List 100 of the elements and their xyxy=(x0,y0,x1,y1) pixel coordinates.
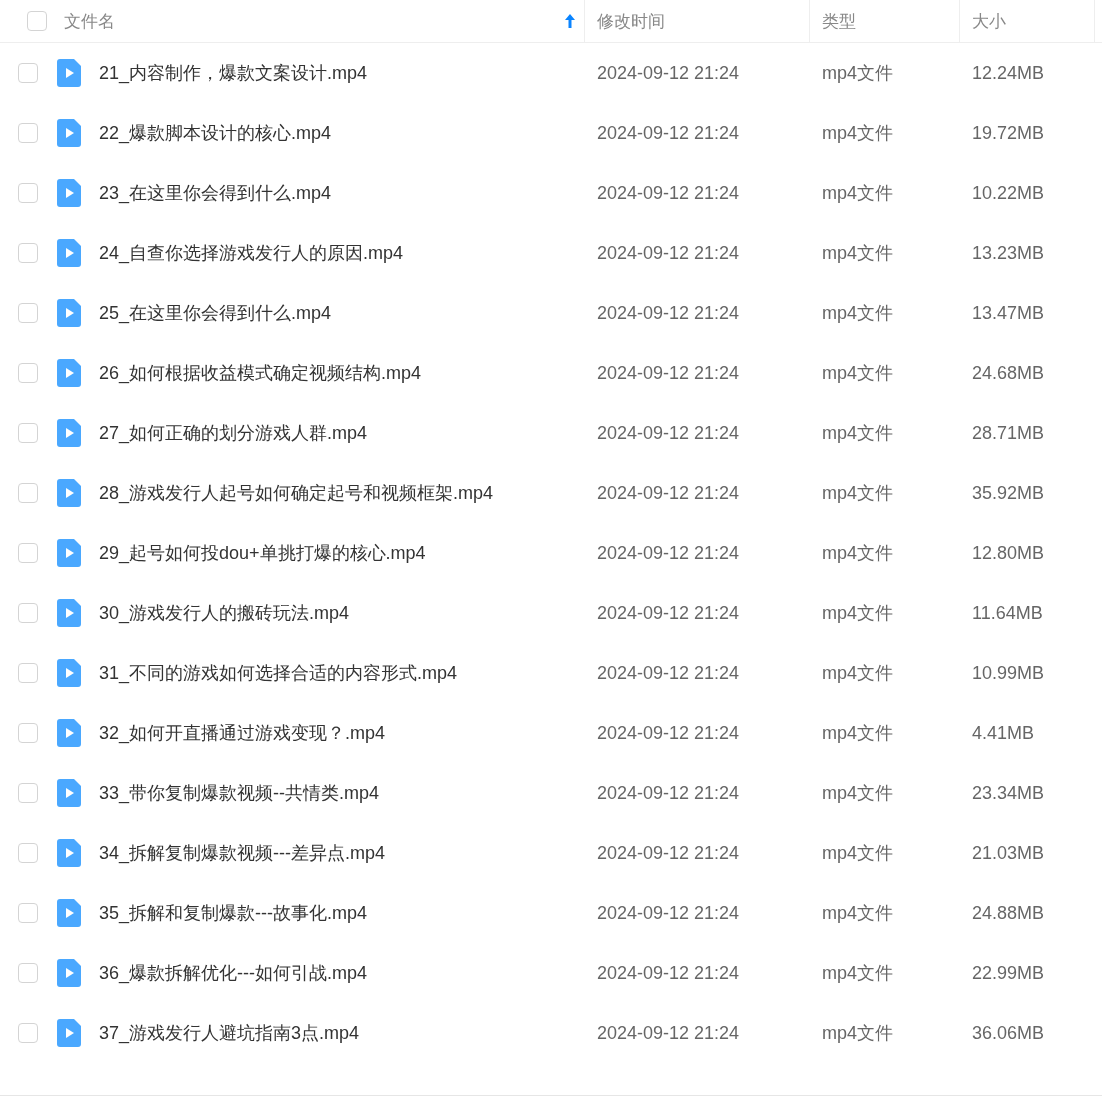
file-type: mp4文件 xyxy=(822,242,893,265)
row-checkbox[interactable] xyxy=(18,843,38,863)
row-checkbox[interactable] xyxy=(18,483,38,503)
file-size: 21.03MB xyxy=(972,842,1045,864)
file-type: mp4文件 xyxy=(822,122,893,145)
row-checkbox[interactable] xyxy=(18,663,38,683)
file-name[interactable]: 23_在这里你会得到什么.mp4 xyxy=(99,181,332,205)
modified-time: 2024-09-12 21:24 xyxy=(597,902,740,924)
file-type: mp4文件 xyxy=(822,602,893,625)
video-file-icon xyxy=(57,299,81,327)
modified-time: 2024-09-12 21:24 xyxy=(597,962,740,984)
file-name[interactable]: 25_在这里你会得到什么.mp4 xyxy=(99,301,332,325)
file-size: 24.68MB xyxy=(972,362,1045,384)
file-name[interactable]: 26_如何根据收益模式确定视频结构.mp4 xyxy=(99,361,422,385)
column-header[interactable]: 修改时间 xyxy=(597,9,665,33)
file-type: mp4文件 xyxy=(822,422,893,445)
video-file-icon xyxy=(57,899,81,927)
file-type: mp4文件 xyxy=(822,662,893,685)
video-file-icon xyxy=(57,659,81,687)
row-checkbox[interactable] xyxy=(18,123,38,143)
modified-time: 2024-09-12 21:24 xyxy=(597,602,740,624)
file-name[interactable]: 34_拆解复制爆款视频---差异点.mp4 xyxy=(99,841,386,865)
modified-time: 2024-09-12 21:24 xyxy=(597,122,740,144)
file-size: 12.24MB xyxy=(972,62,1045,84)
row-checkbox[interactable] xyxy=(18,303,38,323)
file-size: 36.06MB xyxy=(972,1022,1045,1044)
file-size: 4.41MB xyxy=(972,722,1035,744)
modified-time: 2024-09-12 21:24 xyxy=(597,1022,740,1044)
modified-time: 2024-09-12 21:24 xyxy=(597,482,740,504)
video-file-icon xyxy=(57,839,81,867)
file-type: mp4文件 xyxy=(822,1022,893,1045)
video-file-icon xyxy=(57,959,81,987)
modified-time: 2024-09-12 21:24 xyxy=(597,722,740,744)
row-checkbox[interactable] xyxy=(18,363,38,383)
row-checkbox[interactable] xyxy=(18,603,38,623)
file-type: mp4文件 xyxy=(822,842,893,865)
file-type: mp4文件 xyxy=(822,902,893,925)
file-name[interactable]: 29_起号如何投dou+单挑打爆的核心.mp4 xyxy=(99,541,426,565)
modified-time: 2024-09-12 21:24 xyxy=(597,422,740,444)
modified-time: 2024-09-12 21:24 xyxy=(597,362,740,384)
row-checkbox[interactable] xyxy=(18,243,38,263)
video-file-icon xyxy=(57,119,81,147)
modified-time: 2024-09-12 21:24 xyxy=(597,62,740,84)
video-file-icon xyxy=(57,719,81,747)
row-checkbox[interactable] xyxy=(18,543,38,563)
video-file-icon xyxy=(57,599,81,627)
file-type: mp4文件 xyxy=(822,482,893,505)
row-checkbox[interactable] xyxy=(18,903,38,923)
file-size: 22.99MB xyxy=(972,962,1045,984)
video-file-icon xyxy=(57,419,81,447)
file-name[interactable]: 36_爆款拆解优化---如何引战.mp4 xyxy=(99,961,368,985)
file-size: 10.22MB xyxy=(972,182,1045,204)
file-size: 23.34MB xyxy=(972,782,1045,804)
file-type: mp4文件 xyxy=(822,782,893,805)
file-type: mp4文件 xyxy=(822,302,893,325)
sort-arrow-icon[interactable] xyxy=(565,14,575,28)
file-type: mp4文件 xyxy=(822,182,893,205)
file-name[interactable]: 24_自查你选择游戏发行人的原因.mp4 xyxy=(99,241,404,265)
modified-time: 2024-09-12 21:24 xyxy=(597,782,740,804)
file-size: 19.72MB xyxy=(972,122,1045,144)
row-checkbox[interactable] xyxy=(18,783,38,803)
file-type: mp4文件 xyxy=(822,62,893,85)
file-size: 24.88MB xyxy=(972,902,1045,924)
video-file-icon xyxy=(57,539,81,567)
file-name[interactable]: 32_如何开直播通过游戏变现？.mp4 xyxy=(99,721,386,745)
file-type: mp4文件 xyxy=(822,962,893,985)
row-checkbox[interactable] xyxy=(18,183,38,203)
file-name[interactable]: 31_不同的游戏如何选择合适的内容形式.mp4 xyxy=(99,661,458,685)
video-file-icon xyxy=(57,479,81,507)
file-name[interactable]: 33_带你复制爆款视频--共情类.mp4 xyxy=(99,781,380,805)
video-file-icon xyxy=(57,1019,81,1047)
row-checkbox[interactable] xyxy=(18,1023,38,1043)
column-header[interactable]: 文件名 xyxy=(64,9,115,33)
row-checkbox[interactable] xyxy=(18,963,38,983)
file-type: mp4文件 xyxy=(822,362,893,385)
file-size: 35.92MB xyxy=(972,482,1045,504)
column-header[interactable]: 大小 xyxy=(972,9,1006,33)
file-size: 13.47MB xyxy=(972,302,1045,324)
file-name[interactable]: 35_拆解和复制爆款---故事化.mp4 xyxy=(99,901,368,925)
row-checkbox[interactable] xyxy=(18,723,38,743)
file-name[interactable]: 21_内容制作，爆款文案设计.mp4 xyxy=(99,61,368,85)
file-size: 10.99MB xyxy=(972,662,1045,684)
file-name[interactable]: 27_如何正确的划分游戏人群.mp4 xyxy=(99,421,368,445)
file-type: mp4文件 xyxy=(822,722,893,745)
row-checkbox[interactable] xyxy=(18,63,38,83)
select-all-checkbox[interactable] xyxy=(27,11,47,31)
row-checkbox[interactable] xyxy=(18,423,38,443)
modified-time: 2024-09-12 21:24 xyxy=(597,242,740,264)
file-name[interactable]: 30_游戏发行人的搬砖玩法.mp4 xyxy=(99,601,350,625)
video-file-icon xyxy=(57,779,81,807)
modified-time: 2024-09-12 21:24 xyxy=(597,302,740,324)
file-name[interactable]: 28_游戏发行人起号如何确定起号和视频框架.mp4 xyxy=(99,481,494,505)
modified-time: 2024-09-12 21:24 xyxy=(597,842,740,864)
file-size: 13.23MB xyxy=(972,242,1045,264)
file-size: 11.64MB xyxy=(972,602,1043,624)
file-type: mp4文件 xyxy=(822,542,893,565)
file-name[interactable]: 37_游戏发行人避坑指南3点.mp4 xyxy=(99,1021,360,1045)
video-file-icon xyxy=(57,239,81,267)
column-header[interactable]: 类型 xyxy=(822,9,856,33)
file-name[interactable]: 22_爆款脚本设计的核心.mp4 xyxy=(99,121,332,145)
